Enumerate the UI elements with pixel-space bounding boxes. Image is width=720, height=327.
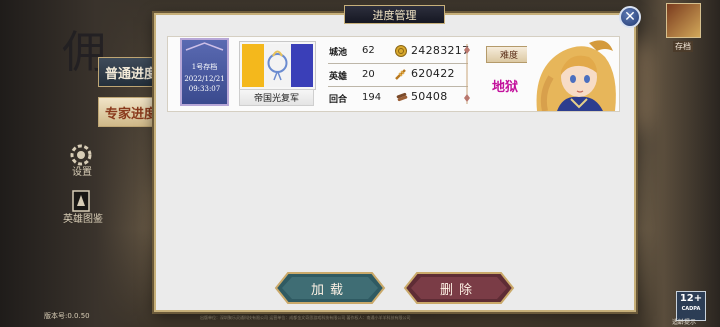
slot-badge-ornament (185, 42, 224, 51)
difficulty-value: 地狱 (492, 80, 519, 95)
delete-button-label: 删除 (439, 282, 478, 298)
load-button-label: 加载 (310, 282, 349, 298)
settings-label: 设置 (72, 167, 92, 178)
stat-value-turns: 194 (362, 92, 382, 103)
close-button[interactable]: ✕ (619, 6, 641, 28)
save-shortcut-label: 存档 (673, 41, 693, 52)
difficulty-ornament (464, 44, 470, 104)
age-rating-label: 适龄提示 (672, 319, 697, 326)
stat-divider (328, 63, 468, 64)
save-date: 2022/12/21 (184, 75, 225, 83)
save-time: 09:33:07 (188, 85, 221, 93)
faction-name: 帝国光复军 (239, 89, 314, 106)
load-button[interactable]: 加载 (274, 271, 386, 305)
hero-gallery-label: 英雄图鉴 (63, 214, 103, 225)
hero-portrait (527, 37, 619, 111)
stat-value-cities: 62 (362, 45, 375, 56)
save-shortcut-avatar[interactable] (666, 3, 701, 38)
stat-label-turns: 回合 (329, 95, 348, 105)
age-rating-value: 12+ (679, 293, 703, 304)
gold-coin-icon (395, 45, 407, 57)
version-text: 版本号:0.0.50 (44, 312, 90, 320)
stat-label-heroes: 英雄 (329, 72, 348, 82)
save-slot-label: 1号存档 (191, 63, 218, 71)
dialog-title: 进度管理 (344, 5, 445, 24)
stat-value-heroes: 20 (362, 69, 375, 80)
difficulty-label: 难度 (486, 46, 532, 63)
delete-button[interactable]: 删除 (403, 271, 515, 305)
game-screen: 佣 普通进度 专家进度 设置 英雄图鉴 存档 版本号:0.0.50 出版单位：深… (0, 0, 720, 327)
close-icon: ✕ (624, 9, 636, 25)
age-rating-sub: CADPA (681, 306, 701, 312)
wood-icon (396, 92, 408, 102)
wood-value: 50408 (411, 90, 448, 103)
stat-divider (328, 86, 468, 87)
food-value: 620422 (411, 67, 455, 80)
faction-flag-icon (239, 41, 316, 90)
food-icon (395, 69, 406, 80)
publisher-footer: 出版单位：深圳聚乐灵通科技有限公司 运营单位：成都金文奇思游戏科技有限公司 著作… (200, 315, 411, 320)
save-slot-badge: 1号存档 2022/12/21 09:33:07 (180, 38, 229, 106)
stat-label-cities: 城池 (329, 48, 348, 58)
